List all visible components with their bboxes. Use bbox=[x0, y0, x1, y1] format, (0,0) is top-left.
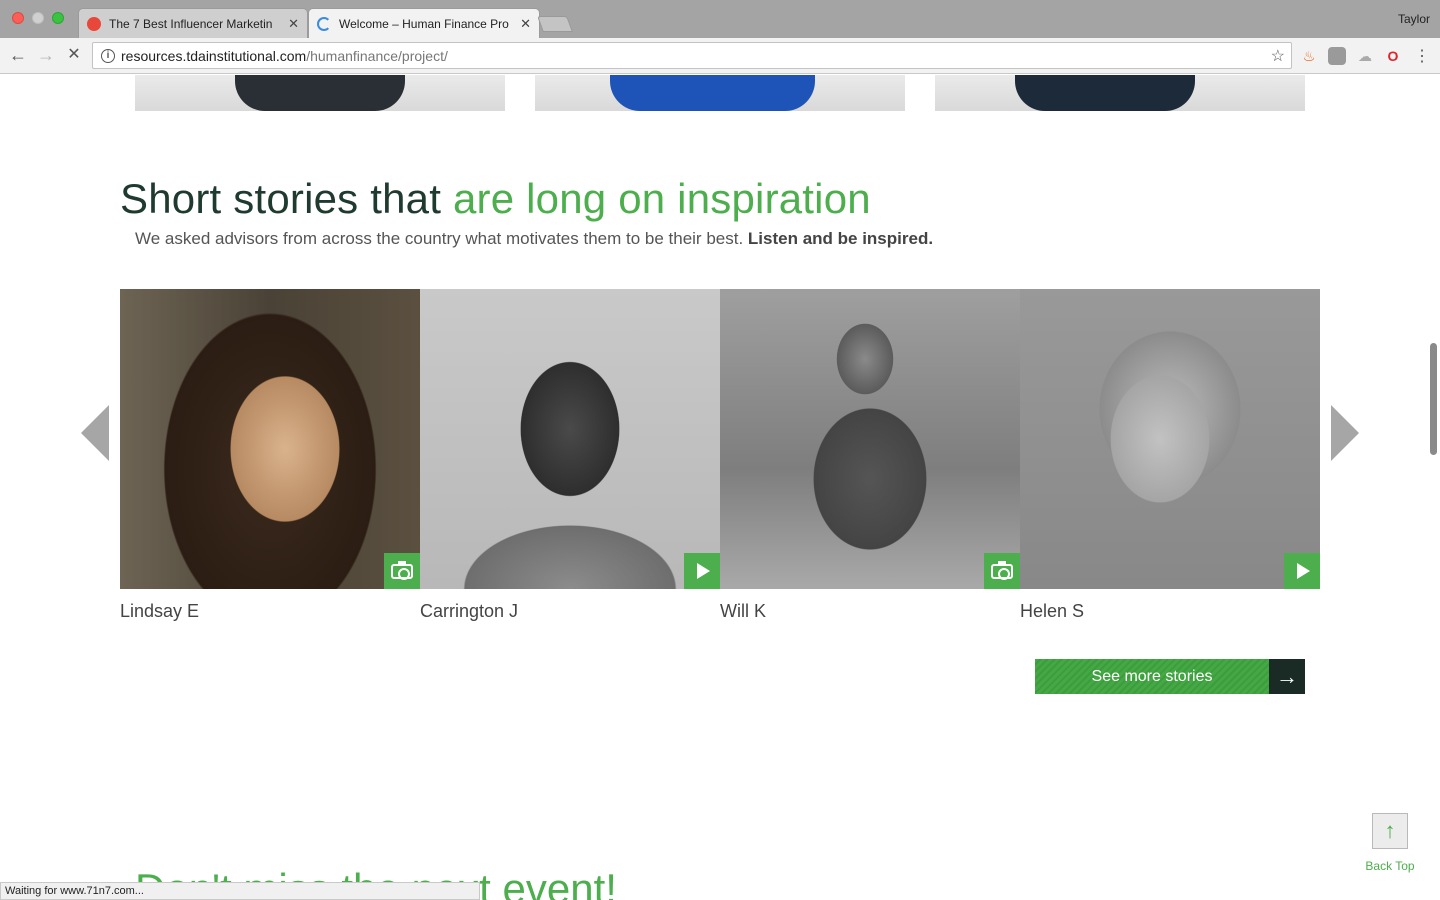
camera-icon[interactable] bbox=[384, 553, 420, 589]
loading-spinner-icon bbox=[317, 17, 331, 31]
story-names: Lindsay E Carrington J Will K Helen S bbox=[120, 601, 1320, 622]
profile-name[interactable]: Taylor bbox=[1398, 12, 1430, 26]
opera-extension-icon[interactable]: O bbox=[1384, 47, 1402, 65]
address-bar[interactable]: i resources.tdainstitutional.com/humanfi… bbox=[92, 42, 1292, 69]
story-name[interactable]: Lindsay E bbox=[120, 601, 420, 622]
tab-title: The 7 Best Influencer Marketin bbox=[109, 16, 273, 31]
address-toolbar: ← → ✕ i resources.tdainstitutional.com/h… bbox=[0, 38, 1440, 74]
minimize-window-button[interactable] bbox=[32, 12, 44, 24]
subline-bold-text: Listen and be inspired. bbox=[747, 229, 934, 248]
url-host: resources.tdainstitutional.com bbox=[121, 47, 307, 64]
menu-kebab-icon[interactable]: ⋮ bbox=[1414, 46, 1430, 66]
forward-arrow-icon[interactable]: → bbox=[36, 45, 56, 65]
story-photo[interactable] bbox=[420, 289, 720, 589]
browser-tab-bar: The 7 Best Influencer Marketin ✕ Welcome… bbox=[0, 0, 1440, 39]
close-window-button[interactable] bbox=[12, 12, 24, 24]
team-photo bbox=[935, 75, 1305, 111]
story-card-carrington[interactable] bbox=[420, 289, 720, 589]
tab-influencer-marketing[interactable]: The 7 Best Influencer Marketin ✕ bbox=[78, 8, 308, 38]
tab-title: Welcome – Human Finance Pro bbox=[339, 17, 509, 31]
tab-human-finance[interactable]: Welcome – Human Finance Pro ✕ bbox=[308, 8, 540, 39]
story-card-helen[interactable] bbox=[1020, 289, 1320, 589]
story-name[interactable]: Will K bbox=[720, 601, 1020, 622]
story-photo[interactable] bbox=[1020, 289, 1320, 589]
carousel-prev-arrow-icon[interactable] bbox=[81, 405, 109, 461]
red-circle-favicon-icon bbox=[87, 16, 101, 31]
maximize-window-button[interactable] bbox=[52, 12, 64, 24]
back-to-top-button[interactable]: ↑ bbox=[1372, 813, 1408, 849]
see-more-stories-label: See more stories bbox=[1035, 659, 1269, 694]
headline-green-part: are long on inspiration bbox=[452, 175, 871, 222]
story-card-will[interactable] bbox=[720, 289, 1020, 589]
camera-icon[interactable] bbox=[984, 553, 1020, 589]
story-card-lindsay[interactable] bbox=[120, 289, 420, 589]
stories-carousel bbox=[120, 289, 1320, 589]
grid-extension-icon[interactable] bbox=[1328, 47, 1346, 65]
story-photo[interactable] bbox=[720, 289, 1020, 589]
arrow-up-icon: ↑ bbox=[1384, 818, 1396, 843]
cloud-extension-icon[interactable]: ☁ bbox=[1356, 47, 1374, 65]
arrow-right-icon: → bbox=[1269, 659, 1305, 694]
page-content: Short stories that are long on inspirati… bbox=[0, 75, 1440, 900]
url-path: /humanfinance/project/ bbox=[306, 47, 448, 64]
new-tab-button[interactable] bbox=[537, 16, 573, 32]
headline-dark-part: Short stories that bbox=[120, 175, 453, 222]
browser-status-bar: Waiting for www.71n7.com... bbox=[0, 882, 480, 900]
stop-loading-icon[interactable]: ✕ bbox=[64, 45, 84, 65]
story-photo[interactable] bbox=[120, 289, 420, 589]
tab-close-icon[interactable]: ✕ bbox=[520, 16, 531, 32]
tab-close-icon[interactable]: ✕ bbox=[288, 16, 299, 32]
team-photo bbox=[135, 75, 505, 111]
play-icon[interactable] bbox=[684, 553, 720, 589]
see-more-stories-button[interactable]: See more stories → bbox=[1035, 659, 1305, 694]
story-name[interactable]: Helen S bbox=[1020, 601, 1320, 622]
play-icon[interactable] bbox=[1284, 553, 1320, 589]
team-photo bbox=[535, 75, 905, 111]
info-icon[interactable]: i bbox=[101, 48, 115, 63]
subline-text: We asked advisors from across the countr… bbox=[135, 229, 748, 248]
story-name[interactable]: Carrington J bbox=[420, 601, 720, 622]
back-arrow-icon[interactable]: ← bbox=[8, 45, 28, 65]
bookmark-star-icon[interactable]: ☆ bbox=[1271, 46, 1285, 66]
carousel-next-arrow-icon[interactable] bbox=[1331, 405, 1359, 461]
section-subheading: We asked advisors from across the countr… bbox=[135, 229, 933, 249]
back-to-top-label[interactable]: Back Top bbox=[1360, 859, 1420, 873]
fire-extension-icon[interactable]: ♨ bbox=[1300, 47, 1318, 65]
section-headline: Short stories that are long on inspirati… bbox=[120, 175, 871, 223]
page-scrollbar[interactable] bbox=[1430, 343, 1437, 455]
